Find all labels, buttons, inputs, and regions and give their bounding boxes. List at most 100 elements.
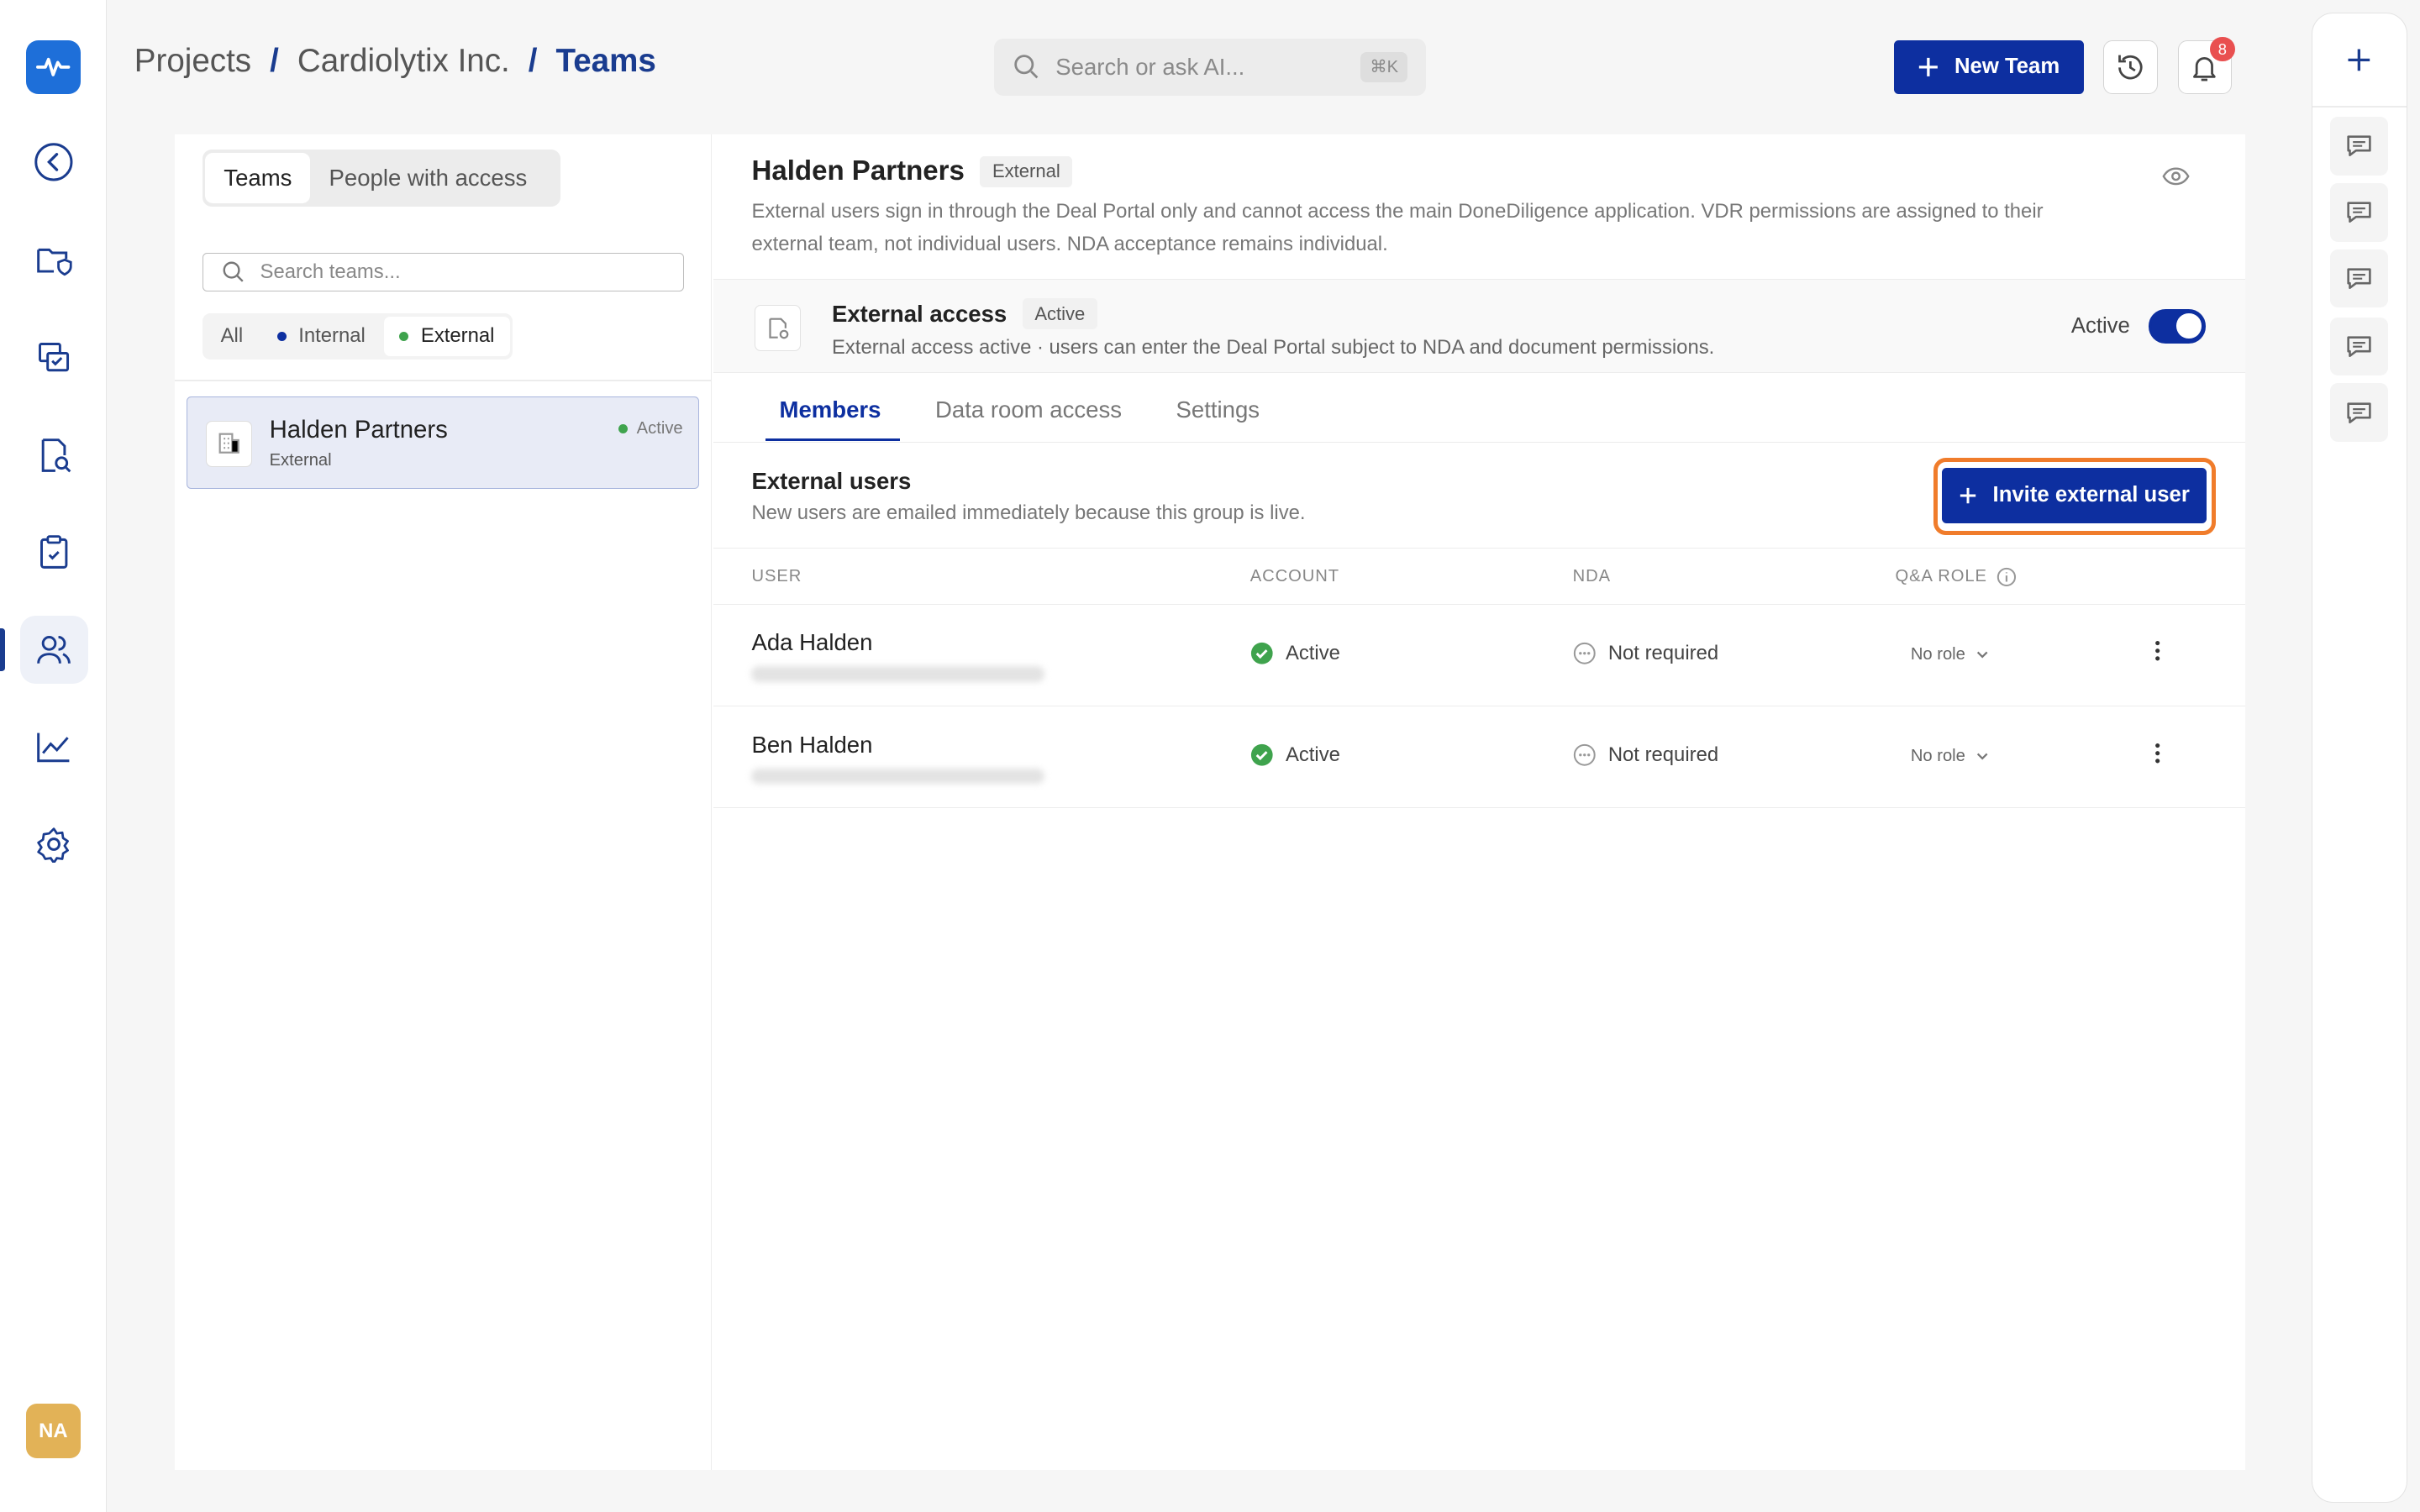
document-search-icon[interactable] [20, 421, 88, 489]
add-comment-icon[interactable] [2344, 44, 2375, 83]
external-access-title-text: External access [831, 300, 1007, 327]
filter-all-label: All [220, 324, 244, 348]
account-status-label: Active [1285, 642, 1340, 665]
internal-dot-icon [276, 331, 287, 341]
filter-all[interactable]: All [205, 317, 258, 357]
filter-internal-label: Internal [298, 324, 366, 348]
tab-members[interactable]: Members [780, 396, 881, 423]
status-dot-icon [618, 423, 628, 433]
nda-status: Not required [1573, 743, 1719, 767]
check-circle-icon [1250, 744, 1273, 767]
teams-list-pane: Teams People with access Search teams...… [174, 134, 712, 1471]
plus-icon [1918, 57, 1938, 76]
team-list-item[interactable]: Halden Partners External Active [187, 396, 700, 490]
qa-role-select[interactable]: No role [1911, 645, 1990, 664]
external-dot-icon [399, 331, 409, 341]
tab-teams[interactable]: Teams [205, 152, 311, 204]
filter-internal[interactable]: Internal [261, 317, 381, 357]
right-rail [2312, 12, 2408, 1503]
team-status: Active [618, 419, 683, 438]
column-user: USER [751, 567, 802, 586]
access-settings-icon [755, 304, 802, 351]
member-email-redacted [751, 666, 1045, 682]
team-detail-pane: Halden Partners External External users … [713, 134, 2246, 1471]
info-icon[interactable] [1996, 567, 2017, 587]
folder-shield-icon[interactable] [20, 227, 88, 295]
team-description: External users sign in through the Deal … [751, 200, 2044, 255]
breadcrumb-projects[interactable]: Projects [134, 43, 251, 80]
column-qa-role: Q&A ROLE [1895, 567, 2016, 587]
column-account: ACCOUNT [1249, 567, 1339, 586]
row-menu-icon[interactable] [2154, 638, 2160, 669]
account-status: Active [1250, 743, 1340, 767]
team-title-text: Halden Partners [751, 155, 965, 187]
analytics-icon[interactable] [20, 713, 88, 781]
teams-icon[interactable] [19, 615, 88, 684]
qa-role-value: No role [1910, 746, 1965, 765]
tab-data-room-access[interactable]: Data room access [935, 396, 1122, 423]
account-status: Active [1250, 642, 1340, 665]
notification-badge: 8 [2210, 37, 2235, 62]
team-status-label: Active [636, 418, 683, 438]
chevron-down-icon [1976, 753, 1988, 760]
check-circle-icon [1250, 643, 1273, 664]
comment-icon[interactable] [2329, 317, 2389, 376]
row-menu-icon[interactable] [2154, 741, 2160, 772]
clipboard-check-icon[interactable] [20, 518, 88, 586]
nda-status-label: Not required [1607, 642, 1719, 665]
back-icon[interactable] [20, 128, 88, 196]
member-email-redacted [751, 768, 1045, 784]
chat-check-icon[interactable] [20, 324, 88, 392]
search-icon [1014, 55, 1039, 79]
external-access-toggle[interactable] [2148, 309, 2206, 344]
table-row[interactable]: Ben Halden Active Not required No role [713, 706, 2246, 809]
team-title: Halden Partners External [751, 155, 1073, 187]
invite-external-user-button[interactable]: Invite external user [1941, 467, 2207, 523]
qa-role-select[interactable]: No role [1911, 747, 1990, 766]
new-team-button[interactable]: New Team [1893, 39, 2084, 95]
search-icon [223, 261, 244, 283]
toggle-label: Active [2070, 313, 2130, 338]
breadcrumb-separator: / [528, 43, 538, 80]
tab-settings[interactable]: Settings [1176, 396, 1260, 423]
table-row[interactable]: Ada Halden Active Not required No role [713, 605, 2246, 707]
global-search-input[interactable]: Search or ask AI... ⌘K [993, 38, 1427, 96]
history-icon [2118, 55, 2143, 79]
invite-label: Invite external user [1992, 483, 2190, 507]
settings-gear-icon[interactable] [20, 810, 88, 878]
member-name: Ben Halden [751, 731, 873, 758]
filter-external-label: External [420, 324, 495, 348]
active-tab-underline [765, 438, 900, 442]
tab-people-with-access[interactable]: People with access [310, 153, 545, 204]
filter-external[interactable]: External [383, 316, 510, 357]
qa-role-value: No role [1910, 644, 1965, 664]
eye-icon[interactable] [2162, 165, 2190, 194]
search-teams-input[interactable]: Search teams... [202, 253, 684, 292]
search-teams-placeholder: Search teams... [260, 260, 401, 284]
external-access-title: External access Active [831, 298, 1097, 330]
external-users-subtitle: New users are emailed immediately becaus… [751, 501, 1306, 524]
comment-icon[interactable] [2329, 383, 2389, 443]
comment-icon[interactable] [2329, 249, 2389, 308]
member-name: Ada Halden [751, 629, 873, 656]
team-type-filter: All Internal External [202, 312, 513, 360]
nda-status-label: Not required [1607, 743, 1719, 767]
breadcrumb: Projects / Cardiolytix Inc. / Teams [134, 43, 656, 80]
detail-tabs: Members Data room access Settings [713, 375, 2246, 444]
plus-icon [1960, 487, 1976, 503]
column-nda: NDA [1572, 567, 1611, 586]
app-logo-icon[interactable] [26, 39, 81, 95]
chevron-down-icon [1976, 651, 1988, 659]
team-type-badge: External [980, 155, 1073, 187]
external-access-description: External access active · users can enter… [831, 335, 1715, 359]
user-avatar[interactable]: NA [26, 1404, 81, 1458]
building-icon [206, 420, 253, 467]
main-panel: Teams People with access Search teams...… [174, 134, 2246, 1471]
comment-icon[interactable] [2329, 116, 2389, 176]
history-button[interactable] [2103, 39, 2158, 95]
new-team-label: New Team [1954, 55, 2060, 79]
breadcrumb-project[interactable]: Cardiolytix Inc. [297, 43, 510, 80]
divider [2312, 105, 2407, 108]
comment-icon[interactable] [2329, 182, 2389, 242]
nda-status: Not required [1573, 642, 1719, 665]
